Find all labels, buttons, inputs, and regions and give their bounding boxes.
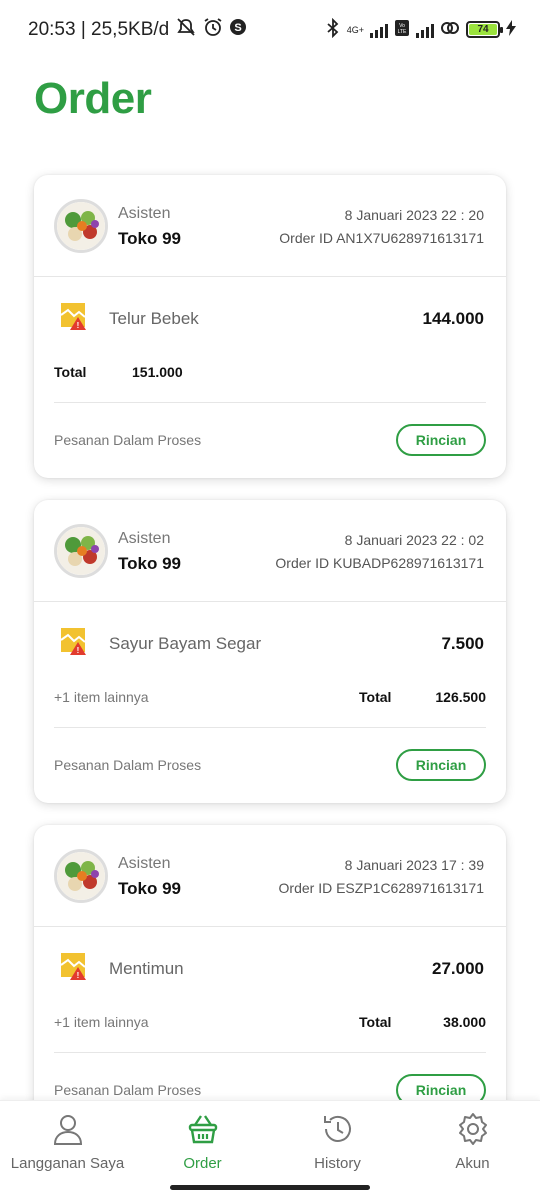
user-icon — [50, 1111, 86, 1147]
battery-level: 74 — [469, 24, 497, 35]
store-name: Toko 99 — [118, 879, 181, 898]
order-date: 8 Januari 2023 22 : 20 — [344, 207, 484, 223]
order-card[interactable]: Asisten Toko 99 8 Januari 2023 22 : 02 O… — [34, 500, 506, 803]
bluetooth-icon — [325, 17, 341, 41]
more-items: +1 item lainnya — [54, 1014, 149, 1030]
store-avatar — [54, 524, 108, 578]
store-avatar — [54, 199, 108, 253]
item-price: 7.500 — [441, 634, 484, 653]
gear-icon — [455, 1111, 491, 1147]
item-price: 144.000 — [422, 309, 484, 328]
item-name: Sayur Bayam Segar — [109, 634, 262, 653]
battery-icon: 74 — [466, 21, 503, 38]
nav-label: Langganan Saya — [10, 1155, 125, 1172]
basket-icon — [185, 1111, 221, 1147]
status-time: 20:53 | 25,5KB/d — [28, 19, 170, 40]
total-label: Total — [359, 1014, 392, 1030]
alarm-icon — [203, 17, 223, 43]
more-items: +1 item lainnya — [54, 689, 149, 705]
svg-text:S: S — [235, 22, 242, 34]
page-title: Order — [34, 74, 152, 123]
divider — [54, 402, 486, 403]
detail-button[interactable]: Rincian — [396, 424, 486, 456]
total-label: Total — [359, 689, 392, 705]
total-value: 126.500 — [435, 689, 486, 705]
store-avatar — [54, 849, 108, 903]
svg-text:!: ! — [77, 646, 80, 655]
mute-icon — [175, 17, 197, 43]
order-status: Pesanan Dalam Proses — [54, 1082, 202, 1098]
order-card-header: Asisten Toko 99 8 Januari 2023 22 : 02 O… — [34, 500, 506, 602]
order-card-header: Asisten Toko 99 8 Januari 2023 17 : 39 O… — [34, 825, 506, 927]
divider — [54, 1052, 486, 1053]
charging-icon — [506, 20, 516, 39]
nav-label: Akun — [455, 1155, 490, 1172]
order-date: 8 Januari 2023 17 : 39 — [344, 857, 484, 873]
network-type: 4G+ — [346, 24, 364, 35]
svg-text:LTE: LTE — [398, 29, 407, 35]
nav-label: Order — [183, 1155, 222, 1172]
order-status: Pesanan Dalam Proses — [54, 757, 202, 773]
signal-icon — [370, 22, 388, 38]
order-status: Pesanan Dalam Proses — [54, 432, 202, 448]
nav-label: History — [314, 1155, 361, 1172]
nav-item-langganan-saya[interactable]: Langganan Saya — [0, 1111, 135, 1172]
item-name: Mentimun — [109, 959, 184, 978]
total-label: Total — [54, 364, 87, 380]
store-label: Asisten — [118, 530, 171, 547]
order-id: Order ID KUBADP628971613171 — [275, 555, 484, 571]
item-name: Telur Bebek — [109, 309, 199, 328]
order-id: Order ID ESZP1C628971613171 — [278, 880, 484, 896]
order-date: 8 Januari 2023 22 : 02 — [344, 532, 484, 548]
order-card-header: Asisten Toko 99 8 Januari 2023 22 : 20 O… — [34, 175, 506, 277]
broken-image-icon: ! — [60, 951, 88, 981]
store-label: Asisten — [118, 855, 171, 872]
store-label: Asisten — [118, 205, 171, 222]
broken-image-icon: ! — [60, 301, 88, 331]
order-card[interactable]: Asisten Toko 99 8 Januari 2023 22 : 20 O… — [34, 175, 506, 478]
broken-image-icon: ! — [60, 626, 88, 656]
status-bar: 20:53 | 25,5KB/d S 4G+ Vo LTE 74 — [0, 0, 540, 58]
detail-button[interactable]: Rincian — [396, 749, 486, 781]
total-value: 151.000 — [132, 364, 183, 380]
app-s-icon: S — [229, 18, 247, 42]
volte-icon: Vo LTE — [394, 19, 410, 40]
divider — [54, 727, 486, 728]
status-right: 4G+ Vo LTE 74 — [325, 17, 516, 41]
item-price: 27.000 — [432, 959, 484, 978]
home-indicator[interactable] — [170, 1185, 370, 1190]
history-icon — [320, 1111, 356, 1147]
detail-button[interactable]: Rincian — [396, 1074, 486, 1100]
nav-item-history[interactable]: History — [270, 1111, 405, 1172]
nav-item-order[interactable]: Order — [135, 1111, 270, 1172]
svg-text:!: ! — [77, 971, 80, 980]
order-id: Order ID AN1X7U628971613171 — [279, 230, 484, 246]
total-value: 38.000 — [443, 1014, 486, 1030]
svg-text:!: ! — [77, 321, 80, 330]
store-name: Toko 99 — [118, 554, 181, 573]
signal-icon-2 — [416, 22, 434, 38]
store-name: Toko 99 — [118, 229, 181, 248]
link-icon — [440, 19, 460, 40]
nav-item-akun[interactable]: Akun — [405, 1111, 540, 1172]
status-left: 20:53 | 25,5KB/d S — [28, 17, 247, 43]
order-card[interactable]: Asisten Toko 99 8 Januari 2023 17 : 39 O… — [34, 825, 506, 1100]
order-list[interactable]: Asisten Toko 99 8 Januari 2023 22 : 20 O… — [0, 160, 540, 1100]
